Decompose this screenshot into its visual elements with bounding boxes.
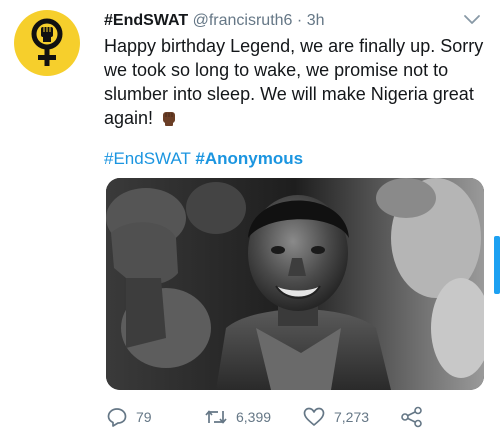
more-menu-button[interactable]	[462, 12, 482, 28]
share-icon	[401, 406, 422, 428]
heart-icon	[303, 407, 325, 426]
retweet-button[interactable]: 6,399	[204, 402, 271, 432]
hashtag-link[interactable]: #EndSWAT	[104, 149, 191, 168]
tweet-photo[interactable]	[106, 178, 484, 390]
hashtag-row: #EndSWAT #Anonymous	[104, 148, 303, 170]
avatar[interactable]	[14, 10, 80, 76]
hashtag-link[interactable]: #Anonymous	[195, 149, 303, 168]
display-name[interactable]: #EndSWAT	[104, 12, 188, 29]
tweet-time[interactable]: 3h	[307, 12, 325, 29]
female-symbol-fist-icon	[31, 18, 63, 66]
tweet-text: Happy birthday Legend, we are finally up…	[104, 34, 484, 130]
reply-icon	[107, 408, 127, 427]
scrollbar[interactable]	[494, 236, 500, 294]
reply-count: 79	[136, 409, 152, 425]
retweet-count: 6,399	[236, 409, 272, 425]
tweet-header: #EndSWAT @francisruth6 · 3h	[104, 11, 444, 33]
user-handle[interactable]: @francisruth6	[193, 12, 293, 29]
share-button[interactable]	[400, 402, 424, 432]
tweet-actions: 79 6,399 7,273	[104, 402, 494, 434]
separator-dot: ·	[296, 12, 303, 29]
reply-button[interactable]: 79	[106, 402, 152, 432]
photo-image	[106, 178, 484, 390]
raised-fist-emoji	[160, 109, 178, 127]
like-count: 7,273	[334, 409, 370, 425]
retweet-icon	[205, 410, 227, 424]
like-button[interactable]: 7,273	[302, 402, 369, 432]
chevron-down-icon	[464, 15, 480, 24]
